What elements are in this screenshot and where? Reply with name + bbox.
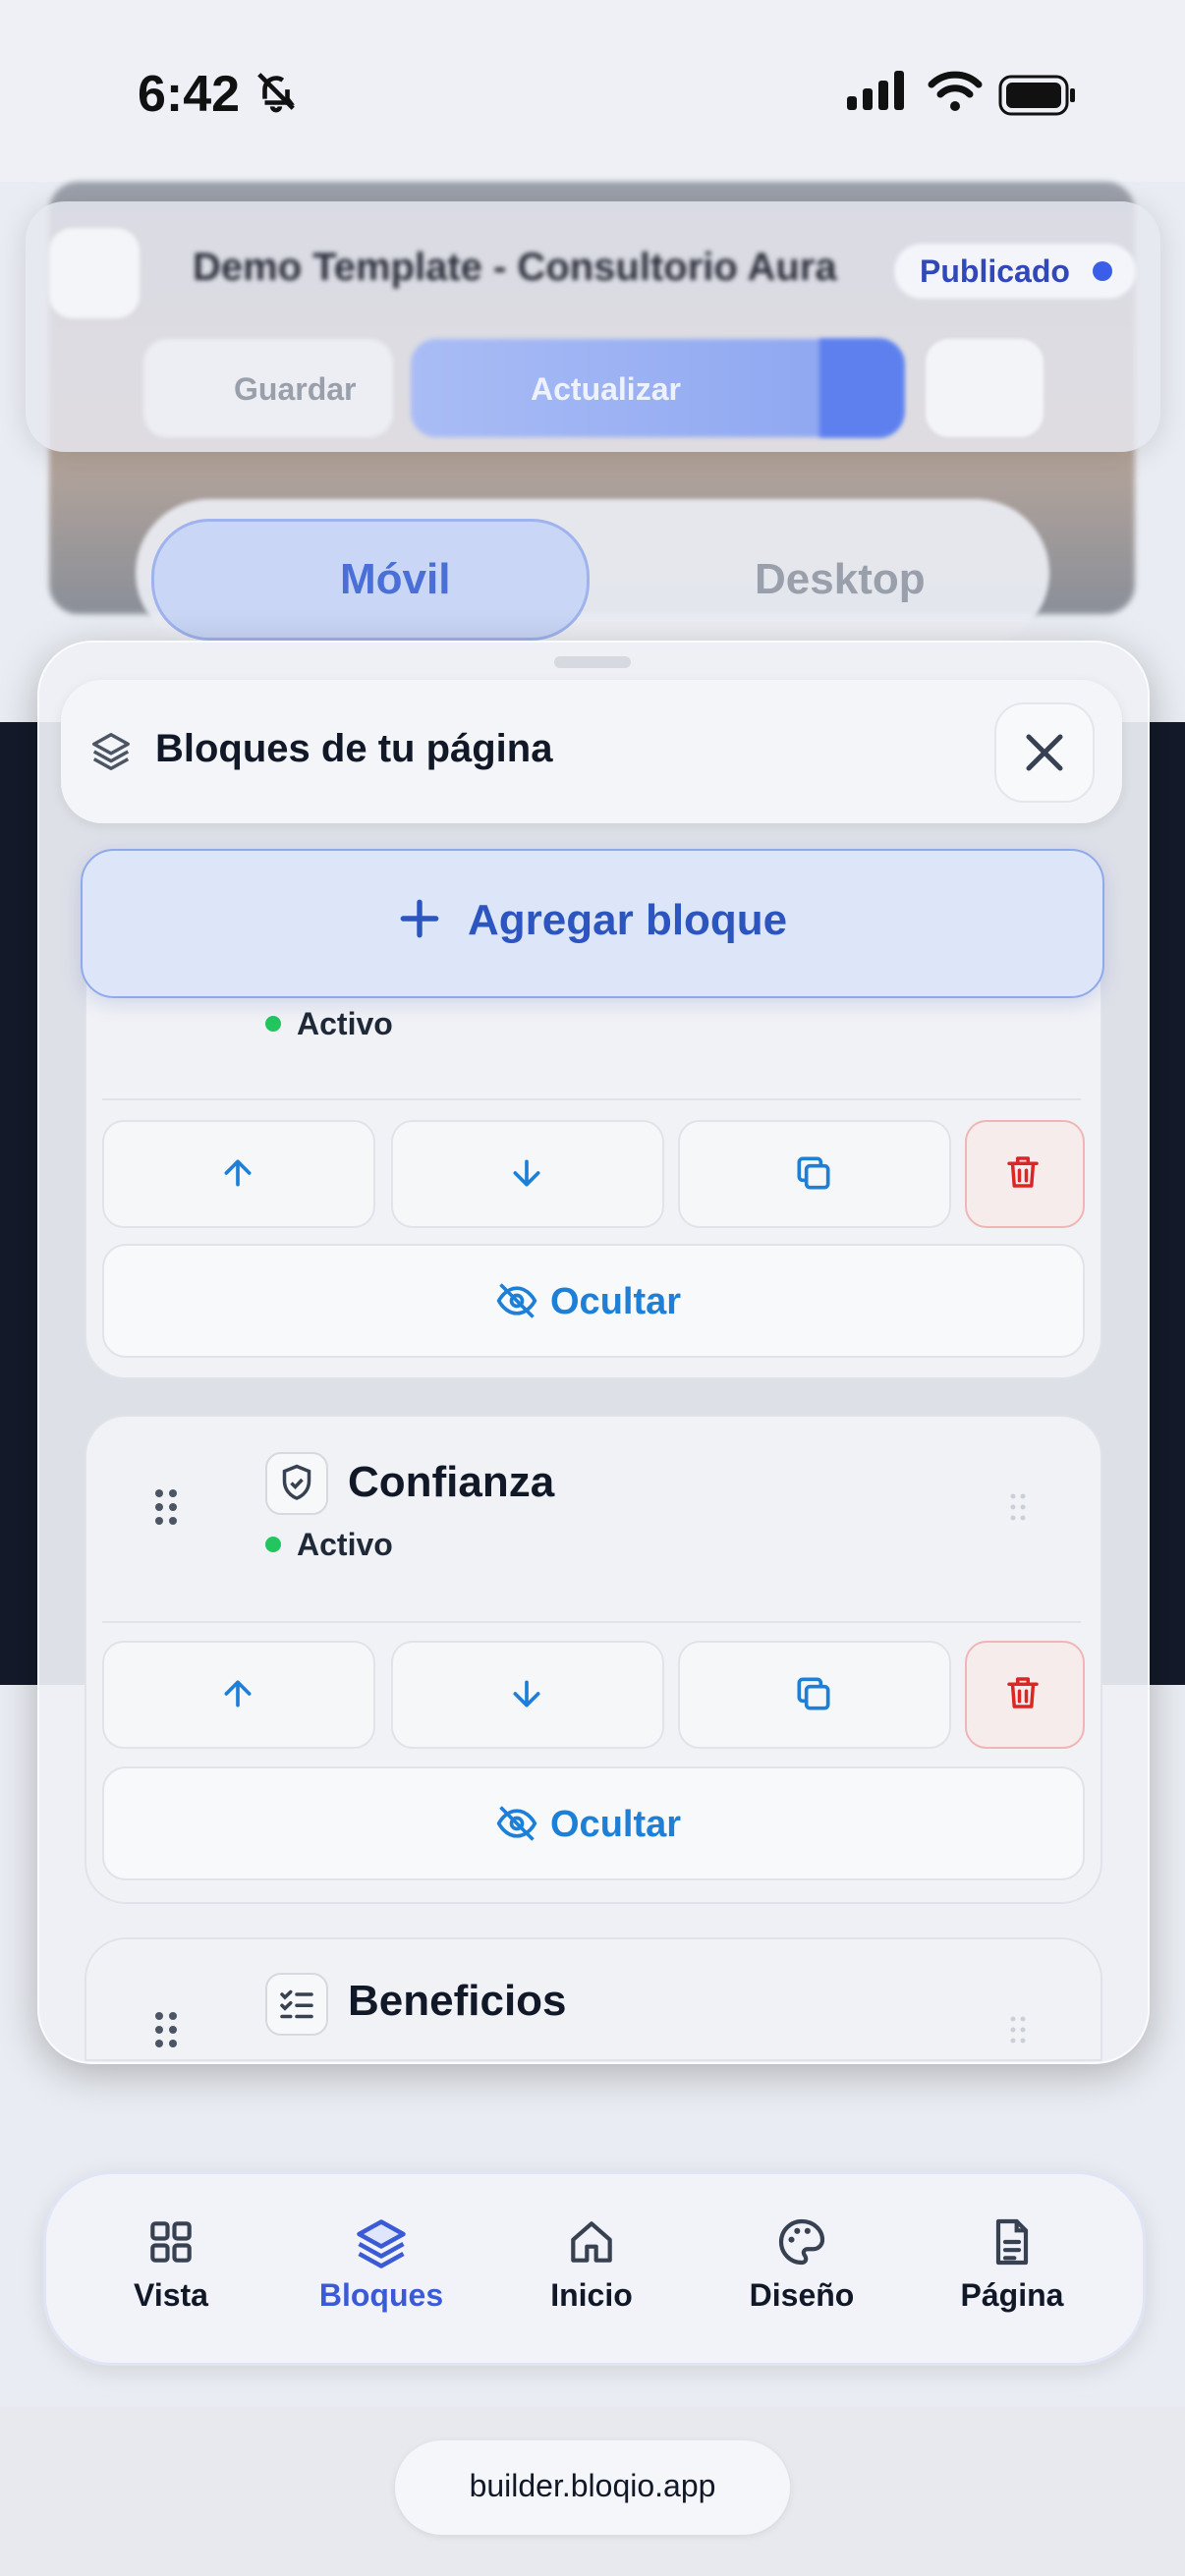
status-dot [265, 1537, 281, 1552]
wifi-icon [928, 71, 983, 111]
close-button[interactable] [994, 702, 1095, 803]
block-card [85, 1937, 1102, 2061]
nav-item-inicio[interactable] [503, 2214, 680, 2274]
sheet-title: Bloques de tu página [155, 727, 553, 770]
nav-item-vista[interactable] [83, 2214, 259, 2274]
divider [102, 1098, 1081, 1100]
app-logo[interactable] [49, 228, 140, 318]
nav-item-bloques[interactable] [293, 2214, 470, 2278]
arrow-up-icon [224, 1680, 252, 1708]
eye-off-icon [496, 1806, 537, 1841]
copy-icon [797, 1156, 830, 1190]
block-name: Beneficios [348, 1977, 567, 2025]
shield-icon [265, 1452, 328, 1515]
nav-label-pagina: Página [960, 2277, 1064, 2313]
arrow-down-icon [513, 1159, 540, 1187]
block-name: Confianza [348, 1458, 555, 1506]
status-time: 6:42 [138, 66, 241, 123]
status-dot [1093, 261, 1112, 281]
nav-item-diseno[interactable] [713, 2214, 890, 2274]
nav-label-bloques: Bloques [318, 2277, 444, 2313]
battery-icon [998, 75, 1075, 116]
save-button-label: Guardar [234, 371, 357, 407]
trash-icon [1007, 1156, 1039, 1188]
nav-label-vista: Vista [134, 2277, 208, 2313]
layers-icon [92, 733, 130, 770]
desktop-view-label[interactable]: Desktop [755, 555, 926, 604]
nav-item-pagina[interactable] [924, 2214, 1100, 2274]
signal-icon [847, 71, 904, 110]
trash-icon [1007, 1677, 1039, 1708]
close-icon [1026, 734, 1063, 771]
grid-icon [150, 2221, 192, 2263]
arrow-down-icon [513, 1680, 540, 1708]
nav-label-diseno: Diseño [749, 2277, 855, 2313]
layers-icon [357, 2219, 406, 2268]
revert-button[interactable] [926, 339, 1044, 437]
plus-icon [400, 899, 439, 938]
status-badge-label: Publicado [920, 253, 1070, 289]
url-text: builder.bloqio.app [469, 2468, 716, 2503]
hide-block-label: Ocultar [550, 1281, 682, 1322]
drag-handle-icon[interactable] [153, 2010, 179, 2049]
hide-block-label: Ocultar [550, 1804, 682, 1845]
arrow-up-icon [224, 1159, 252, 1187]
nav-label-inicio: Inicio [550, 2277, 633, 2313]
palette-icon [778, 2218, 825, 2266]
reorder-dots-icon[interactable] [1008, 2014, 1028, 2045]
update-dropdown-button[interactable] [819, 339, 904, 437]
home-icon [571, 2221, 612, 2263]
mobile-view-label: Móvil [340, 555, 451, 603]
drag-handle-icon[interactable] [153, 1487, 179, 1527]
status-dot [265, 1016, 281, 1032]
document-icon [995, 2218, 1029, 2266]
project-title: Demo Template - Consultorio Aura [193, 246, 837, 289]
sheet-grab-handle[interactable] [554, 656, 631, 668]
bell-muted-icon [257, 73, 295, 113]
eye-off-icon [496, 1283, 537, 1318]
copy-icon [797, 1677, 830, 1710]
reorder-dots-icon[interactable] [1008, 1491, 1028, 1523]
checklist-icon [265, 1973, 328, 2036]
add-block-label: Agregar bloque [468, 896, 788, 944]
block-status: Activo [297, 1527, 393, 1562]
divider [102, 1621, 1081, 1623]
update-button-label: Actualizar [531, 371, 681, 407]
block-status: Activo [297, 1006, 393, 1041]
